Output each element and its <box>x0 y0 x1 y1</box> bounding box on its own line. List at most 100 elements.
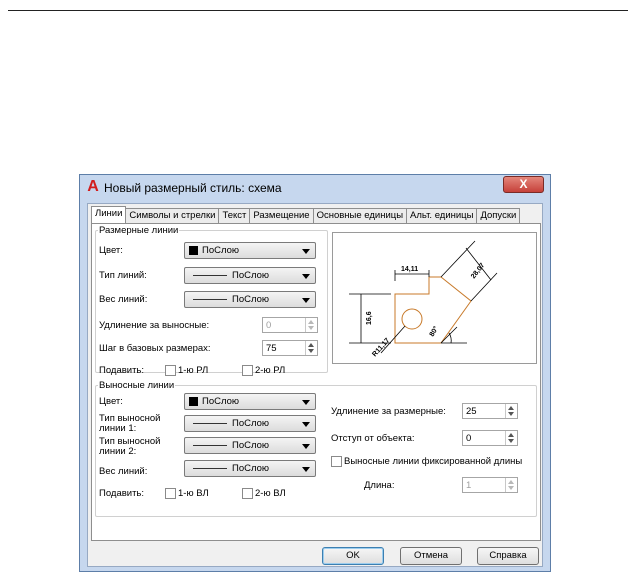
extension-lines-group-label: Выносные линии <box>98 380 176 391</box>
ext-linetype1-label-line2: линии 1: <box>99 423 137 434</box>
ext-color-combo[interactable]: ПоСлою <box>184 393 316 410</box>
dim-extend-value: 0 <box>266 320 272 331</box>
spinner-buttons[interactable] <box>505 404 517 418</box>
dropdown-arrow-icon <box>302 274 310 279</box>
spinner-buttons[interactable] <box>505 431 517 445</box>
suppress-dim-line-2-label: 2-ю РЛ <box>255 365 286 376</box>
suppress-dim-line-1-label: 1-ю РЛ <box>178 365 209 376</box>
suppress-ext-line-1-checkbox[interactable] <box>165 488 176 499</box>
tab-text[interactable]: Текст <box>218 208 251 223</box>
dim-color-value: ПоСлою <box>202 245 240 256</box>
spin-down-icon <box>508 486 514 490</box>
ext-linetype2-label-line2: линии 2: <box>99 446 137 457</box>
new-dimension-style-dialog: A Новый размерный стиль: схема X Линии С… <box>79 174 551 572</box>
autocad-app-icon: A <box>87 178 99 195</box>
tab-panel-lines: Размерные линии Цвет: ПоСлою Тип линий: … <box>91 223 541 541</box>
spin-down-icon <box>308 349 314 353</box>
line-sample <box>193 468 227 469</box>
spin-down-icon <box>308 326 314 330</box>
tab-strip: Линии Символы и стрелки Текст Размещение… <box>91 206 521 224</box>
ext-linetype1-combo[interactable]: ПоСлою <box>184 415 316 432</box>
suppress-ext-line-2-label: 2-ю ВЛ <box>255 488 286 499</box>
ext-lineweight-combo[interactable]: ПоСлою <box>184 460 316 477</box>
spinner-buttons[interactable] <box>305 341 317 355</box>
fixed-length-value: 1 <box>466 480 472 491</box>
suppress-ext-line-2-checkbox[interactable] <box>242 488 253 499</box>
tab-tolerances[interactable]: Допуски <box>476 208 521 223</box>
dropdown-arrow-icon <box>302 298 310 303</box>
preview-dim-top: 14,11 <box>401 266 418 273</box>
tab-primary-units[interactable]: Основные единицы <box>312 208 408 223</box>
spin-down-icon <box>508 412 514 416</box>
ext-beyond-dim-spinner[interactable]: 25 <box>462 403 518 419</box>
dim-baseline-spinner[interactable]: 75 <box>262 340 318 356</box>
dim-lineweight-label: Вес линий: <box>99 294 148 305</box>
suppress-ext-line-1-label: 1-ю ВЛ <box>178 488 209 499</box>
offset-from-origin-value: 0 <box>466 433 472 444</box>
dim-color-label: Цвет: <box>99 245 123 256</box>
color-swatch <box>189 397 198 406</box>
cancel-button[interactable]: Отмена <box>400 547 462 565</box>
window-title: Новый размерный стиль: схема <box>104 181 282 195</box>
tab-fit[interactable]: Размещение <box>249 208 314 223</box>
dropdown-arrow-icon <box>302 422 310 427</box>
tab-alt-units[interactable]: Альт. единицы <box>406 208 478 223</box>
spin-up-icon <box>508 406 514 410</box>
dimension-lines-group-label: Размерные линии <box>98 225 180 236</box>
line-sample <box>193 275 227 276</box>
line-sample <box>193 423 227 424</box>
fixed-length-label: Длина: <box>364 480 395 491</box>
help-button[interactable]: Справка <box>477 547 539 565</box>
dim-lineweight-value: ПоСлою <box>232 294 270 305</box>
fixed-length-ext-lines-checkbox[interactable] <box>331 456 342 467</box>
dim-linetype-combo[interactable]: ПоСлою <box>184 267 316 284</box>
dimension-preview-drawing: 14,11 16,6 28,07 80° R11,17 <box>349 240 498 358</box>
ext-beyond-dim-value: 25 <box>466 406 477 417</box>
tab-symbols-arrows[interactable]: Символы и стрелки <box>125 208 220 223</box>
preview-dim-radius: R11,17 <box>371 337 391 358</box>
spin-up-icon <box>508 480 514 484</box>
dim-linetype-value: ПоСлою <box>232 270 270 281</box>
dim-extend-spinner[interactable]: 0 <box>262 317 318 333</box>
dropdown-arrow-icon <box>302 400 310 405</box>
preview-dim-left: 16,6 <box>366 311 373 325</box>
ext-suppress-label: Подавить: <box>99 488 145 499</box>
spinner-buttons[interactable] <box>505 478 517 492</box>
ext-color-label: Цвет: <box>99 396 123 407</box>
spin-up-icon <box>308 320 314 324</box>
tab-lines[interactable]: Линии <box>91 206 127 223</box>
suppress-dim-line-2-checkbox[interactable] <box>242 365 253 376</box>
offset-from-origin-label: Отступ от объекта: <box>331 433 415 444</box>
ext-lineweight-value: ПоСлою <box>232 463 270 474</box>
page-top-rule <box>8 10 628 11</box>
ext-linetype1-value: ПоСлою <box>232 418 270 429</box>
ok-button[interactable]: OK <box>322 547 384 565</box>
spin-up-icon <box>308 343 314 347</box>
suppress-dim-line-1-checkbox[interactable] <box>165 365 176 376</box>
close-button[interactable]: X <box>503 176 544 193</box>
ext-beyond-dim-label: Удлинение за размерные: <box>331 406 446 417</box>
dim-linetype-label: Тип линий: <box>99 270 147 281</box>
dim-color-combo[interactable]: ПоСлою <box>184 242 316 259</box>
titlebar: A Новый размерный стиль: схема X <box>80 175 550 201</box>
preview-image: 14,11 16,6 28,07 80° R11,17 <box>332 232 537 364</box>
ext-color-value: ПоСлою <box>202 396 240 407</box>
spin-down-icon <box>508 439 514 443</box>
dim-baseline-value: 75 <box>266 343 277 354</box>
dropdown-arrow-icon <box>302 249 310 254</box>
dim-suppress-label: Подавить: <box>99 365 145 376</box>
line-sample <box>193 445 227 446</box>
ext-lineweight-label: Вес линий: <box>99 466 148 477</box>
dialog-client: Линии Символы и стрелки Текст Размещение… <box>87 203 543 567</box>
dim-baseline-label: Шаг в базовых размерах: <box>99 343 211 354</box>
fixed-length-ext-lines-label: Выносные линии фиксированной длины <box>344 456 523 467</box>
spinner-buttons[interactable] <box>305 318 317 332</box>
ext-linetype2-combo[interactable]: ПоСлою <box>184 437 316 454</box>
offset-from-origin-spinner[interactable]: 0 <box>462 430 518 446</box>
color-swatch <box>189 246 198 255</box>
line-sample <box>193 299 227 300</box>
dim-lineweight-combo[interactable]: ПоСлою <box>184 291 316 308</box>
dim-extend-label: Удлинение за выносные: <box>99 320 210 331</box>
dropdown-arrow-icon <box>302 444 310 449</box>
fixed-length-spinner[interactable]: 1 <box>462 477 518 493</box>
